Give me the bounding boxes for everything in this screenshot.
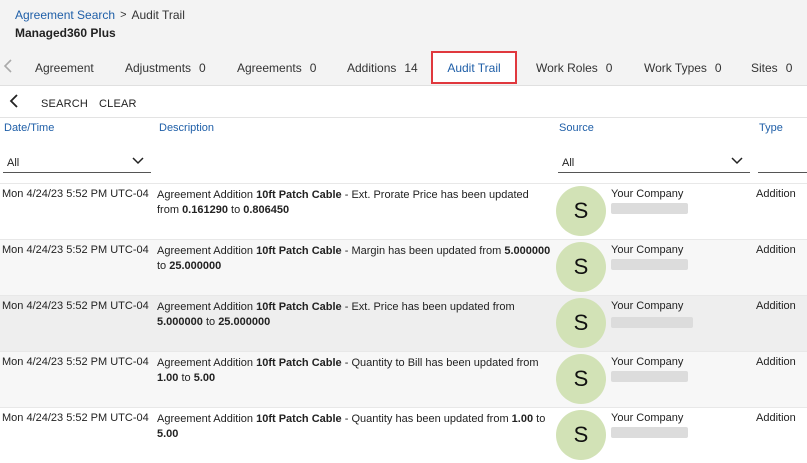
tab-work-roles[interactable]: Work Roles 0 [536, 61, 612, 75]
column-header-type[interactable]: Type [759, 122, 783, 134]
toolbar: SEARCH CLEAR [0, 88, 807, 118]
avatar: S [556, 298, 606, 348]
tab-adjustments[interactable]: Adjustments 0 [125, 61, 206, 75]
tab-label: Additions [347, 61, 397, 75]
redacted-text [611, 317, 693, 328]
row-date: Mon 4/24/23 5:52 PM UTC-04 [2, 412, 149, 424]
tab-count: 0 [309, 61, 317, 75]
tab-count: 14 [404, 61, 418, 75]
redacted-text [611, 259, 688, 270]
back-button[interactable] [9, 93, 19, 114]
tab-label: Audit Trail [447, 60, 501, 75]
tab-count: 0 [199, 61, 206, 75]
type-filter-input[interactable] [758, 152, 807, 173]
row-description: Agreement Addition 10ft Patch Cable - Ex… [157, 301, 515, 328]
row-date: Mon 4/24/23 5:52 PM UTC-04 [2, 244, 149, 256]
row-type: Addition [756, 412, 796, 424]
row-source: Your Company [611, 188, 684, 200]
tab-agreements[interactable]: Agreements 0 [237, 61, 316, 75]
tab-label: Work Types [644, 61, 707, 75]
redacted-text [611, 427, 688, 438]
row-date: Mon 4/24/23 5:52 PM UTC-04 [2, 356, 149, 368]
clear-button[interactable]: CLEAR [99, 98, 137, 110]
tab-count: 0 [785, 61, 793, 75]
column-header-date[interactable]: Date/Time [4, 122, 54, 134]
tab-label: Work Roles [536, 61, 598, 75]
redacted-text [611, 203, 688, 214]
breadcrumb: Agreement Search > Audit Trail [15, 8, 185, 22]
search-button[interactable]: SEARCH [41, 98, 88, 110]
tab-count: 0 [714, 61, 722, 75]
tab-bar: Agreement Adjustments 0 Agreements 0 Addit… [0, 48, 807, 86]
tab-count: 0 [605, 61, 613, 75]
breadcrumb-separator: > [120, 9, 127, 21]
tab-label: Sites [751, 61, 778, 75]
breadcrumb-agreement-search-link[interactable]: Agreement Search [15, 8, 115, 22]
row-date: Mon 4/24/23 5:52 PM UTC-04 [2, 300, 149, 312]
row-source: Your Company [611, 356, 684, 368]
table-row[interactable]: Mon 4/24/23 5:52 PM UTC-04 Agreement Add… [0, 239, 807, 295]
source-filter-value: All [562, 157, 575, 169]
tab-label: Agreement [35, 61, 94, 75]
chevron-left-icon [9, 94, 18, 108]
row-description: Agreement Addition 10ft Patch Cable - Qu… [157, 413, 546, 440]
row-source: Your Company [611, 300, 684, 312]
tab-additions[interactable]: Additions 14 [347, 61, 418, 75]
tab-label: Adjustments [125, 61, 192, 75]
row-date: Mon 4/24/23 5:52 PM UTC-04 [2, 188, 149, 200]
chevron-down-icon [730, 153, 744, 170]
tab-label: Agreements [237, 61, 302, 75]
row-description: Agreement Addition 10ft Patch Cable - Ex… [157, 189, 529, 216]
row-type: Addition [756, 244, 796, 256]
avatar: S [556, 410, 606, 460]
source-filter-select[interactable]: All [558, 152, 750, 173]
row-description: Agreement Addition 10ft Patch Cable - Ma… [157, 245, 551, 272]
date-filter-value: All [7, 157, 20, 169]
row-source: Your Company [611, 412, 684, 424]
row-type: Addition [756, 188, 796, 200]
avatar: S [556, 242, 606, 292]
avatar: S [556, 354, 606, 404]
table-row[interactable]: Mon 4/24/23 5:52 PM UTC-04 Agreement Add… [0, 407, 807, 463]
tab-agreement[interactable]: Agreement [35, 61, 94, 75]
tab-work-types[interactable]: Work Types 0 [644, 61, 722, 75]
column-header-source[interactable]: Source [559, 122, 594, 134]
table-row[interactable]: Mon 4/24/23 5:52 PM UTC-04 Agreement Add… [0, 351, 807, 407]
date-filter-select[interactable]: All [3, 152, 151, 173]
page-title: Managed360 Plus [15, 26, 116, 40]
chevron-down-icon [131, 153, 145, 170]
row-type: Addition [756, 356, 796, 368]
chevron-left-icon[interactable] [3, 58, 13, 79]
redacted-text [611, 371, 688, 382]
top-bar: Agreement Search > Audit Trail Managed36… [0, 0, 807, 48]
row-source: Your Company [611, 244, 684, 256]
column-header-description[interactable]: Description [159, 122, 214, 134]
avatar: S [556, 186, 606, 236]
row-description: Agreement Addition 10ft Patch Cable - Qu… [157, 357, 539, 384]
tab-audit-trail[interactable]: Audit Trail [431, 51, 517, 84]
breadcrumb-current: Audit Trail [131, 8, 185, 22]
table-row[interactable]: Mon 4/24/23 5:52 PM UTC-04 Agreement Add… [0, 183, 807, 239]
table-row[interactable]: Mon 4/24/23 5:52 PM UTC-04 Agreement Add… [0, 295, 807, 351]
tab-sites[interactable]: Sites 0 [751, 61, 792, 75]
row-type: Addition [756, 300, 796, 312]
